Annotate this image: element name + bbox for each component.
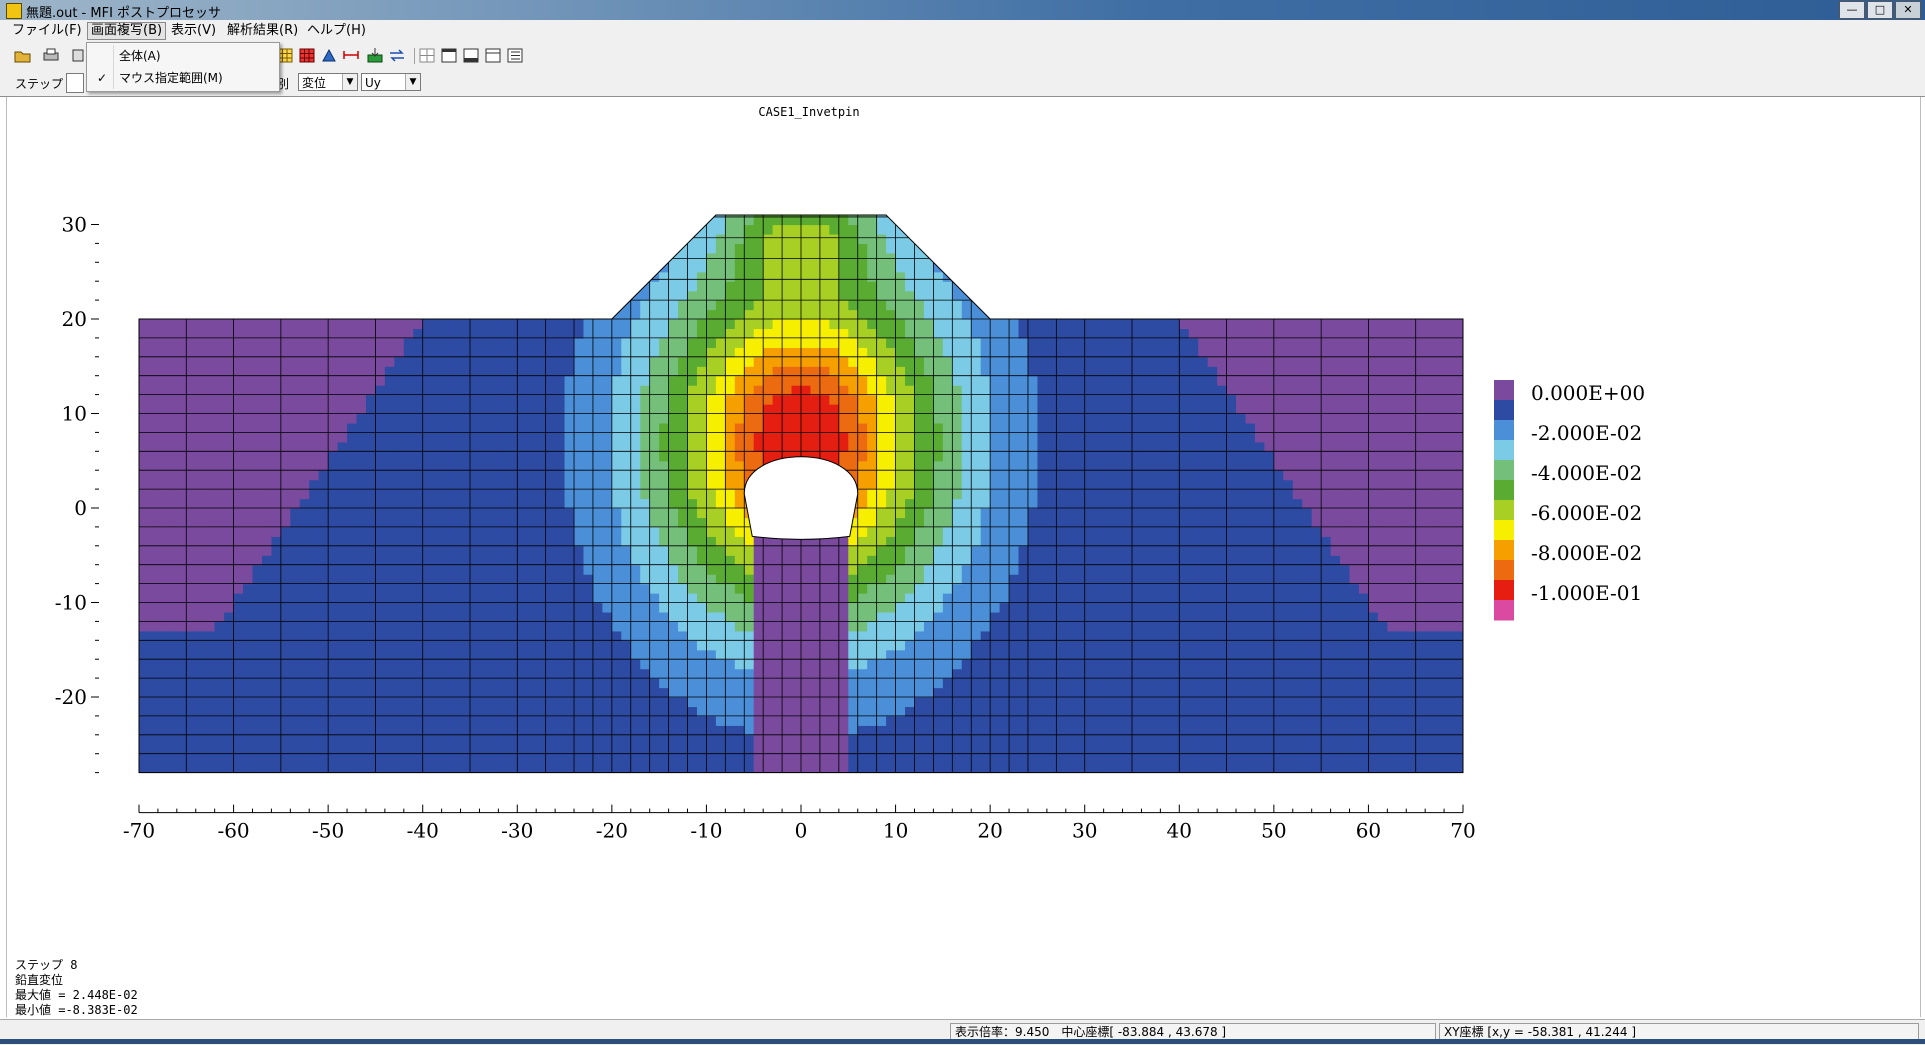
- mns-icon[interactable]: [388, 47, 406, 64]
- drawing-canvas[interactable]: CASE1_Invetpin 30 20 10 0 -10 -20 -70 -60 -50 -40 -…: [6, 97, 1921, 1017]
- legend-swatch: [1494, 560, 1514, 581]
- x-tick-label: 0: [795, 819, 808, 843]
- info-quantity: 鉛直変位: [15, 973, 138, 988]
- grid-view-icon[interactable]: [418, 47, 436, 64]
- window-2-icon[interactable]: [462, 47, 480, 64]
- info-max: 最大値 = 2.448E-02: [15, 988, 138, 1003]
- dimension-icon[interactable]: [342, 47, 360, 64]
- legend-label: -8.000E-02: [1531, 541, 1642, 565]
- component-select[interactable]: Uy ▼: [361, 73, 421, 91]
- x-tick-label: -20: [596, 819, 628, 843]
- window-3-icon[interactable]: [484, 47, 502, 64]
- x-tick-label: 20: [977, 819, 1002, 843]
- open-icon[interactable]: [14, 47, 32, 64]
- x-tick-label: -10: [690, 819, 722, 843]
- window-title: 無題.out - MFI ポストプロセッサ: [26, 2, 221, 21]
- chevron-down-icon: ▼: [342, 74, 357, 90]
- legend-swatch: [1494, 480, 1514, 501]
- menu-help[interactable]: ヘルプ(H): [304, 23, 369, 39]
- menu-bar: ファイル(F) 画面複写(B) 表示(V) 解析結果(R) ヘルプ(H): [0, 20, 1925, 42]
- legend-swatch: [1494, 520, 1514, 541]
- menu-screen-copy[interactable]: 画面複写(B): [87, 22, 166, 40]
- chevron-down-icon: ▼: [405, 74, 420, 90]
- y-tick-label: 0: [74, 496, 87, 520]
- dropdown-item-whole[interactable]: 全体(A): [87, 45, 279, 67]
- status-scale: 表示倍率：9.450 中心座標[ -83.884 , 43.678 ]: [950, 1023, 1436, 1040]
- step-label: ステップ: [15, 75, 63, 92]
- info-step: ステップ 8: [15, 958, 138, 973]
- close-button[interactable]: ✕: [1895, 1, 1921, 19]
- x-tick-label: 40: [1167, 819, 1192, 843]
- y-tick-label: -20: [55, 685, 87, 709]
- contour-icon[interactable]: [298, 47, 316, 64]
- x-tick-label: 70: [1450, 819, 1475, 843]
- x-tick-label: -40: [407, 819, 439, 843]
- y-tick-label: -10: [55, 591, 87, 615]
- list-view-icon[interactable]: [506, 47, 524, 64]
- component-value: Uy: [365, 76, 381, 90]
- y-tick-label: 10: [62, 402, 87, 426]
- legend-swatch: [1494, 600, 1514, 621]
- legend-swatch: [1494, 540, 1514, 561]
- vector-icon[interactable]: [320, 47, 338, 64]
- legend-swatch: [1494, 420, 1514, 441]
- legend-swatch: [1494, 500, 1514, 521]
- legend-swatch: [1494, 440, 1514, 461]
- x-tick-label: -60: [217, 819, 249, 843]
- result-type-value: 変位: [302, 76, 326, 90]
- export-icon[interactable]: [366, 47, 384, 64]
- window-controls: — □ ✕: [1839, 1, 1921, 19]
- menu-analysis-results[interactable]: 解析結果(R): [224, 23, 301, 39]
- menu-file[interactable]: ファイル(F): [9, 23, 85, 39]
- legend-swatch: [1494, 380, 1514, 401]
- legend-label: -4.000E-02: [1531, 461, 1642, 485]
- x-tick-label: 50: [1261, 819, 1286, 843]
- window-1-icon[interactable]: [440, 47, 458, 64]
- check-icon: ✓: [95, 67, 109, 89]
- app-icon: [6, 3, 22, 19]
- taskbar-strip: [0, 1039, 1925, 1044]
- print-icon[interactable]: [42, 47, 60, 64]
- title-bar: 無題.out - MFI ポストプロセッサ — □ ✕: [0, 0, 1925, 20]
- x-tick-label: -50: [312, 819, 344, 843]
- minimize-button[interactable]: —: [1839, 1, 1865, 19]
- step-input[interactable]: [66, 73, 84, 93]
- legend-swatch: [1494, 400, 1514, 421]
- chart-title: CASE1_Invetpin: [758, 105, 859, 119]
- dropdown-item-mouse-range[interactable]: ✓ マウス指定範囲(M): [87, 67, 279, 89]
- toolbar: [0, 42, 1925, 70]
- x-tick-label: -30: [501, 819, 533, 843]
- screen-copy-dropdown: 全体(A) ✓ マウス指定範囲(M): [86, 42, 280, 92]
- menu-view[interactable]: 表示(V): [168, 23, 219, 39]
- y-tick-label: 20: [62, 307, 87, 331]
- contour-plot: CASE1_Invetpin 30 20 10 0 -10 -20 -70 -60 -50 -40 -…: [7, 97, 1920, 1017]
- legend-label: -1.000E-01: [1531, 581, 1642, 605]
- options-row: ステップ 別 変位 ▼ Uy ▼: [0, 70, 1925, 97]
- x-tick-label: -70: [123, 819, 155, 843]
- result-info: ステップ 8 鉛直変位 最大値 = 2.448E-02 最小値 =-8.383E…: [15, 958, 138, 1018]
- maximize-button[interactable]: □: [1867, 1, 1893, 19]
- legend-label: -6.000E-02: [1531, 501, 1642, 525]
- legend-swatch: [1494, 580, 1514, 601]
- legend-swatch: [1494, 460, 1514, 481]
- result-type-select[interactable]: 変位 ▼: [298, 73, 358, 91]
- x-tick-label: 10: [883, 819, 908, 843]
- legend-label: -2.000E-02: [1531, 421, 1642, 445]
- x-tick-label: 30: [1072, 819, 1097, 843]
- y-tick-label: 30: [62, 213, 87, 237]
- status-xy: XY座標 [x,y = -58.381 , 41.244 ]: [1439, 1023, 1919, 1040]
- x-tick-label: 60: [1356, 819, 1381, 843]
- legend-label: 0.000E+00: [1531, 381, 1645, 405]
- info-min: 最小値 =-8.383E-02: [15, 1003, 138, 1018]
- tunnel-opening: [744, 457, 857, 540]
